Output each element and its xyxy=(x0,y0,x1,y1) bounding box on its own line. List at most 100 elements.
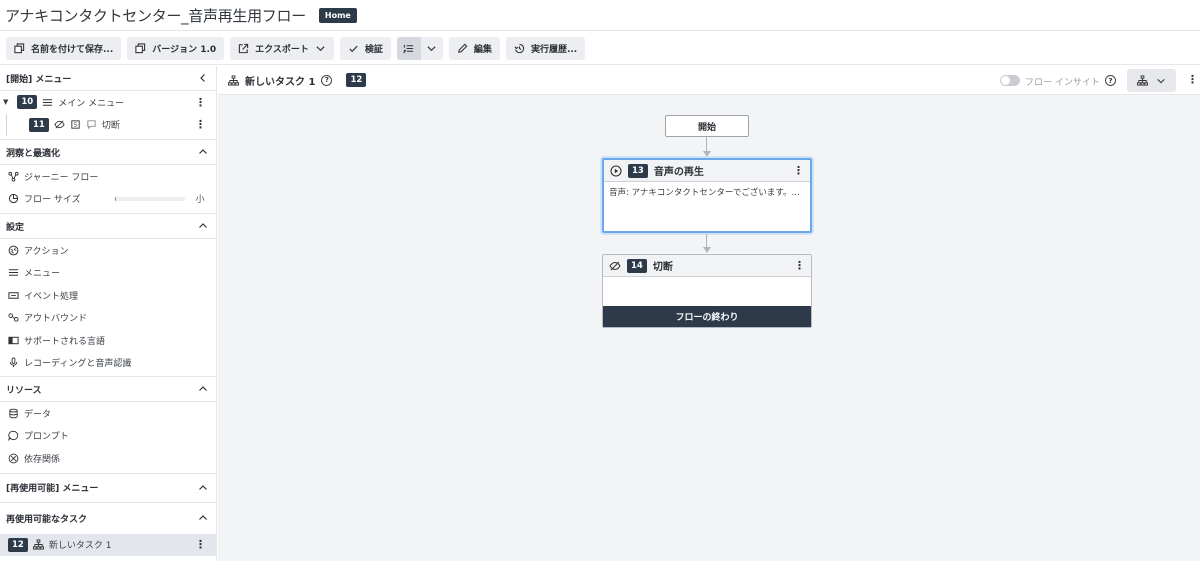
connector-arrow xyxy=(703,247,711,253)
more-options-icon[interactable]: ⋮ xyxy=(1187,74,1198,85)
flow-size-item[interactable]: フロー サイズ 小 xyxy=(0,188,216,211)
section-title: 再使用可能なタスク xyxy=(6,514,88,525)
section-title: [開始] メニュー xyxy=(6,74,72,85)
chevron-up-icon[interactable] xyxy=(198,384,208,394)
chevron-left-icon[interactable] xyxy=(198,73,208,83)
section-title: 洞察と最適化 xyxy=(6,148,61,159)
settings-item-outbound[interactable]: アウトバウンド xyxy=(0,307,216,330)
chevron-up-icon[interactable] xyxy=(198,147,208,157)
layout-button[interactable] xyxy=(1127,69,1176,92)
flow-canvas[interactable]: 新しいタスク 1 ? 12 フロー インサイト ? ⋮ 開始 13 音声の再生 … xyxy=(218,66,1200,561)
resources-header[interactable]: リソース xyxy=(0,377,216,402)
start-node[interactable]: 開始 xyxy=(665,115,749,137)
pie-chart-icon xyxy=(8,194,19,204)
edit-label: 編集 xyxy=(473,44,492,55)
menu-icon xyxy=(8,269,19,277)
dependency-icon xyxy=(8,453,19,464)
item-label: メニュー xyxy=(24,269,61,280)
language-icon xyxy=(8,336,19,344)
reusable-task-header[interactable]: 再使用可能なタスク xyxy=(0,503,216,534)
edit-button[interactable]: 編集 xyxy=(448,36,500,60)
canvas-header: 新しいタスク 1 ? 12 フロー インサイト ? ⋮ xyxy=(218,66,1200,95)
flow-end-bar: フローの終わり xyxy=(603,306,811,327)
home-badge[interactable]: Home xyxy=(318,7,357,23)
play-audio-node[interactable]: 13 音声の再生 ⋮ 音声: アナキコンタクトセンターでございます。... xyxy=(602,158,812,233)
save-as-label: 名前を付けて保存... xyxy=(31,44,114,55)
history-button[interactable]: 実行履歴... xyxy=(505,36,586,60)
journey-flow-item[interactable]: ジャーニー フロー xyxy=(0,165,216,188)
flow-size-value: 小 xyxy=(195,195,205,206)
chevron-up-icon[interactable] xyxy=(198,221,208,231)
resources-item-dependencies[interactable]: 依存関係 xyxy=(0,447,216,470)
more-options-icon[interactable]: ⋮ xyxy=(794,260,805,271)
resources-section: リソース データ プロンプト 依存関係 xyxy=(0,377,216,474)
insights-header[interactable]: 洞察と最適化 xyxy=(0,140,216,165)
more-options-icon[interactable]: ⋮ xyxy=(793,165,804,176)
settings-item-events[interactable]: イベント処理 xyxy=(0,284,216,307)
section-title: リソース xyxy=(6,385,42,396)
tree-item-main-menu[interactable]: ▼ 10 メイン メニュー ⋮ xyxy=(0,91,216,114)
chevron-down-icon[interactable] xyxy=(421,37,443,60)
chat-bubble-icon xyxy=(87,120,96,130)
menu-icon xyxy=(43,98,53,106)
sitemap-icon xyxy=(1137,75,1148,86)
help-icon[interactable]: ? xyxy=(321,74,333,86)
list-view-button[interactable] xyxy=(396,36,443,60)
node-number-badge: 14 xyxy=(627,258,647,273)
reusable-menu-header[interactable]: [再使用可能] メニュー xyxy=(0,474,216,502)
caret-down-icon[interactable]: ▼ xyxy=(3,98,8,106)
task-number-badge: 12 xyxy=(346,73,367,87)
section-title: [再使用可能] メニュー xyxy=(6,484,99,494)
item-label: アウトバウンド xyxy=(24,314,88,325)
reusable-menu-section: [再使用可能] メニュー xyxy=(0,474,216,503)
play-circle-icon xyxy=(610,164,622,177)
reusable-task-section: 再使用可能なタスク 12 新しいタスク 1 ⋮ xyxy=(0,503,216,556)
settings-item-actions[interactable]: アクション xyxy=(0,239,216,262)
numbered-list-icon[interactable] xyxy=(396,36,421,60)
export-button[interactable]: エクスポート xyxy=(230,36,334,60)
task-number-badge: 10 xyxy=(17,95,38,110)
settings-item-languages[interactable]: サポートされる言語 xyxy=(0,329,216,352)
validate-label: 検証 xyxy=(364,44,383,55)
copy-icon xyxy=(14,42,25,53)
item-label: フロー サイズ xyxy=(24,195,81,206)
item-label: プロンプト xyxy=(24,432,69,443)
task-number-badge: 11 xyxy=(29,117,49,132)
save-as-button[interactable]: 名前を付けて保存... xyxy=(6,36,122,60)
title-bar: アナキコンタクトセンター_音声再生用フロー Home xyxy=(0,0,1200,31)
tree-item-label: メイン メニュー xyxy=(58,98,125,109)
tree-item-label: 切断 xyxy=(101,121,120,132)
outbound-icon xyxy=(8,313,19,322)
tree-item-disconnect[interactable]: 11 5 切断 ⋮ xyxy=(6,113,216,136)
flow-insight-toggle[interactable] xyxy=(1000,75,1020,86)
more-options-icon[interactable]: ⋮ xyxy=(195,539,206,550)
check-icon xyxy=(349,45,358,52)
chevron-up-icon[interactable] xyxy=(198,483,208,493)
node-header: 13 音声の再生 ⋮ xyxy=(604,160,810,182)
resources-item-prompts[interactable]: プロンプト xyxy=(0,425,216,448)
validate-button[interactable]: 検証 xyxy=(339,36,391,60)
start-menu-section: [開始] メニュー ▼ 10 メイン メニュー ⋮ 11 5 切断 ⋮ xyxy=(0,66,216,140)
item-label: サポートされる言語 xyxy=(24,336,106,347)
flow-title: アナキコンタクトセンター_音声再生用フロー xyxy=(5,6,306,25)
chevron-up-icon[interactable] xyxy=(198,513,208,523)
more-options-icon[interactable]: ⋮ xyxy=(195,97,206,108)
prompt-icon xyxy=(8,431,19,442)
microphone-icon xyxy=(9,357,18,368)
start-menu-header[interactable]: [開始] メニュー xyxy=(0,66,216,91)
node-title: 切断 xyxy=(652,262,673,273)
resources-item-data[interactable]: データ xyxy=(0,402,216,425)
settings-header[interactable]: 設定 xyxy=(0,214,216,239)
settings-item-recording[interactable]: レコーディングと音声認識 xyxy=(0,352,216,375)
settings-item-menu[interactable]: メニュー xyxy=(0,262,216,285)
item-label: データ xyxy=(24,409,52,420)
more-options-icon[interactable]: ⋮ xyxy=(195,119,206,130)
help-icon[interactable]: ? xyxy=(1105,75,1116,86)
section-title: 設定 xyxy=(6,222,25,233)
version-button[interactable]: バージョン 1.0 xyxy=(127,36,225,60)
reusable-task-item[interactable]: 12 新しいタスク 1 ⋮ xyxy=(0,533,216,556)
item-label: アクション xyxy=(24,246,69,257)
node-header: 14 切断 ⋮ xyxy=(603,255,811,277)
disconnect-node[interactable]: 14 切断 ⋮ フローの終わり xyxy=(602,254,812,328)
database-icon xyxy=(9,408,18,419)
